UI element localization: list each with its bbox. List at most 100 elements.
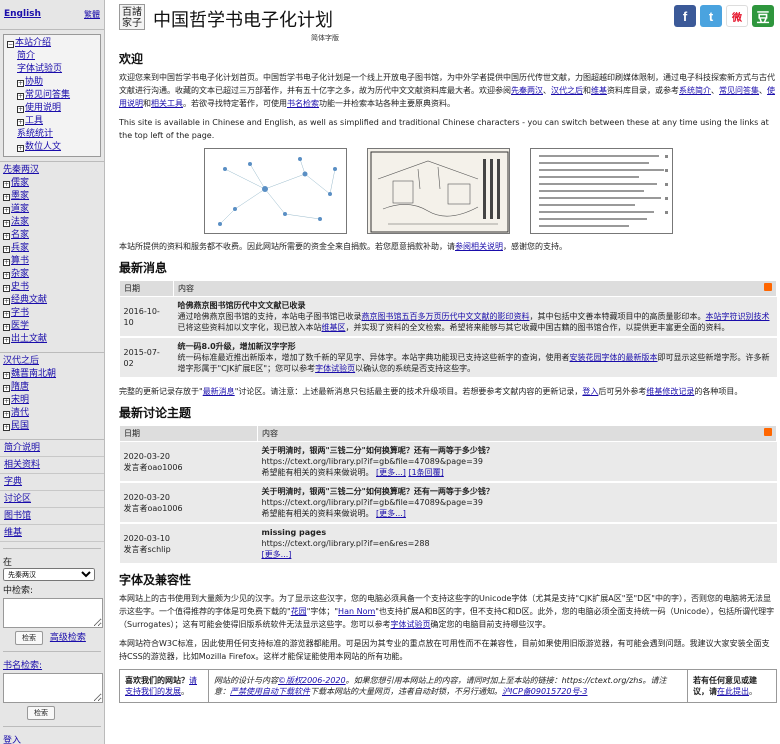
icp-link[interactable]: 沪ICP备09015720号-3 — [502, 687, 587, 696]
book-search-button[interactable]: 检索 — [27, 706, 55, 720]
sidebar-item-jianjie[interactable]: 简介 — [17, 51, 35, 61]
sidebar-item-dh[interactable]: 数位人文 — [25, 142, 61, 152]
expand-icon[interactable]: + — [17, 93, 24, 100]
sidebar-item-tools[interactable]: 工具 — [25, 116, 43, 126]
sidebar-item-songming[interactable]: 宋明 — [11, 395, 29, 405]
site-logo[interactable]: 百諸家子 — [119, 4, 145, 30]
link-posthan[interactable]: 汉代之后 — [551, 86, 583, 95]
douban-icon[interactable]: 豆 — [752, 5, 774, 27]
news-link[interactable]: 本站字符识别技术 — [706, 312, 770, 321]
rss-icon[interactable] — [764, 428, 772, 436]
wiki-changes-link[interactable]: 维基修改记录 — [646, 387, 694, 396]
hannom-font-link[interactable]: Han Nom — [338, 607, 375, 616]
expand-icon[interactable]: + — [17, 119, 24, 126]
expand-icon[interactable]: + — [3, 207, 10, 214]
twitter-icon[interactable]: t — [700, 5, 722, 27]
sidebar-item-preqin[interactable]: 先秦两汉 — [3, 165, 39, 175]
sidebar-item-chutu[interactable]: 出土文献 — [11, 334, 47, 344]
sidebar-link-intro[interactable]: 简介说明 — [0, 440, 104, 457]
collapse-icon[interactable]: − — [7, 41, 14, 48]
news-link[interactable]: 字体试验页 — [315, 364, 355, 373]
expand-icon[interactable]: + — [3, 181, 10, 188]
link-tools[interactable]: 相关工具 — [151, 99, 183, 108]
donation-link[interactable]: 参阅相关说明 — [455, 242, 503, 251]
expand-icon[interactable]: + — [3, 311, 10, 318]
sidebar-item-instructions[interactable]: 使用说明 — [25, 103, 61, 113]
book-search-label[interactable]: 书名检索: — [3, 661, 42, 671]
sidebar-item-posthan[interactable]: 汉代之后 — [3, 356, 39, 366]
expand-icon[interactable]: + — [3, 246, 10, 253]
sidebar-item-rujia[interactable]: 儒家 — [11, 178, 29, 188]
sidebar-item-zishu[interactable]: 字书 — [11, 308, 29, 318]
sidebar-item-suitang[interactable]: 隋唐 — [11, 382, 29, 392]
expand-icon[interactable]: + — [3, 259, 10, 266]
login-link-inline[interactable]: 登入 — [582, 387, 598, 396]
sidebar-link-dictionary[interactable]: 字典 — [0, 474, 104, 491]
sidebar-link-library[interactable]: 图书馆 — [0, 508, 104, 525]
expand-icon[interactable]: + — [3, 372, 10, 379]
news-link[interactable]: 维基区 — [322, 323, 346, 332]
sidebar-item-stats[interactable]: 系统统计 — [17, 129, 53, 139]
link-faq[interactable]: 常见问答集 — [719, 86, 759, 95]
sidebar-item-fajia[interactable]: 法家 — [11, 217, 29, 227]
link-preqin[interactable]: 先秦两汉 — [511, 86, 543, 95]
copyright-link[interactable]: ©版权2006-2020 — [278, 676, 346, 685]
expand-icon[interactable]: + — [17, 80, 24, 87]
feedback-link[interactable]: 在此提出 — [717, 687, 749, 696]
sidebar-item-mingjia[interactable]: 名家 — [11, 230, 29, 240]
sidebar-item-zajia[interactable]: 杂家 — [11, 269, 29, 279]
expand-icon[interactable]: + — [3, 411, 10, 418]
sidebar-item-jingdian[interactable]: 经典文献 — [11, 295, 47, 305]
reply-count-link[interactable]: [1条回覆] — [408, 468, 443, 477]
book-search-input[interactable] — [3, 673, 103, 703]
more-link[interactable]: [更多...] — [376, 509, 406, 518]
facebook-icon[interactable]: f — [674, 5, 696, 27]
expand-icon[interactable]: + — [3, 324, 10, 331]
news-link[interactable]: 安装花园字体的最新版本 — [570, 353, 658, 362]
link-wiki[interactable]: 维基 — [591, 86, 607, 95]
expand-icon[interactable]: + — [3, 385, 10, 392]
sidebar-item-faq[interactable]: 常见问答集 — [25, 90, 70, 100]
advanced-search-link[interactable]: 高级检索 — [50, 633, 86, 643]
no-download-link[interactable]: 严禁使用自动下载软件 — [230, 687, 310, 696]
expand-icon[interactable]: + — [17, 145, 24, 152]
link-book-search[interactable]: 书名检索 — [287, 99, 319, 108]
search-scope-select[interactable]: 先秦两汉 — [3, 568, 95, 581]
expand-icon[interactable]: + — [3, 398, 10, 405]
news-link[interactable]: 燕京图书馆五百多万页历代中文文献的影印资料 — [362, 312, 530, 321]
woodblock-illustration-image[interactable] — [367, 148, 510, 234]
sidebar-item-yixue[interactable]: 医学 — [11, 321, 29, 331]
sidebar-item-help[interactable]: 协助 — [25, 77, 43, 87]
expand-icon[interactable]: + — [3, 272, 10, 279]
rss-icon[interactable] — [764, 283, 772, 291]
sidebar-item-font-test[interactable]: 字体试验页 — [17, 64, 62, 74]
expand-icon[interactable]: + — [3, 194, 10, 201]
search-button[interactable]: 检索 — [15, 631, 43, 645]
sidebar-link-wiki[interactable]: 维基 — [0, 525, 104, 542]
network-graph-image[interactable] — [204, 148, 347, 234]
sidebar-item-qing[interactable]: 清代 — [11, 408, 29, 418]
lang-traditional-link[interactable]: 繁體 — [84, 9, 100, 29]
expand-icon[interactable]: + — [3, 337, 10, 344]
sidebar-link-resources[interactable]: 相关资料 — [0, 457, 104, 474]
more-link[interactable]: [更多...] — [376, 468, 406, 477]
sidebar-item-daojia[interactable]: 道家 — [11, 204, 29, 214]
search-input[interactable] — [3, 598, 103, 628]
news-forum-link[interactable]: 最新消息 — [203, 387, 235, 396]
text-page-image[interactable] — [530, 148, 673, 234]
expand-icon[interactable]: + — [3, 233, 10, 240]
sidebar-link-forum[interactable]: 讨论区 — [0, 491, 104, 508]
sidebar-item-bingjia[interactable]: 兵家 — [11, 243, 29, 253]
sidebar-item-mojia[interactable]: 墨家 — [11, 191, 29, 201]
sidebar-item-suanshu[interactable]: 算书 — [11, 256, 29, 266]
sidebar-item-minguo[interactable]: 民国 — [11, 421, 29, 431]
weibo-icon[interactable]: 微 — [726, 5, 748, 27]
sidebar-item-weijin[interactable]: 魏晋南北朝 — [11, 369, 56, 379]
expand-icon[interactable]: + — [3, 220, 10, 227]
sidebar-item-shishu[interactable]: 史书 — [11, 282, 29, 292]
expand-icon[interactable]: + — [3, 298, 10, 305]
huayuan-font-link[interactable]: 花园 — [291, 607, 307, 616]
login-link[interactable]: 登入 — [3, 736, 21, 744]
expand-icon[interactable]: + — [3, 424, 10, 431]
expand-icon[interactable]: + — [3, 285, 10, 292]
